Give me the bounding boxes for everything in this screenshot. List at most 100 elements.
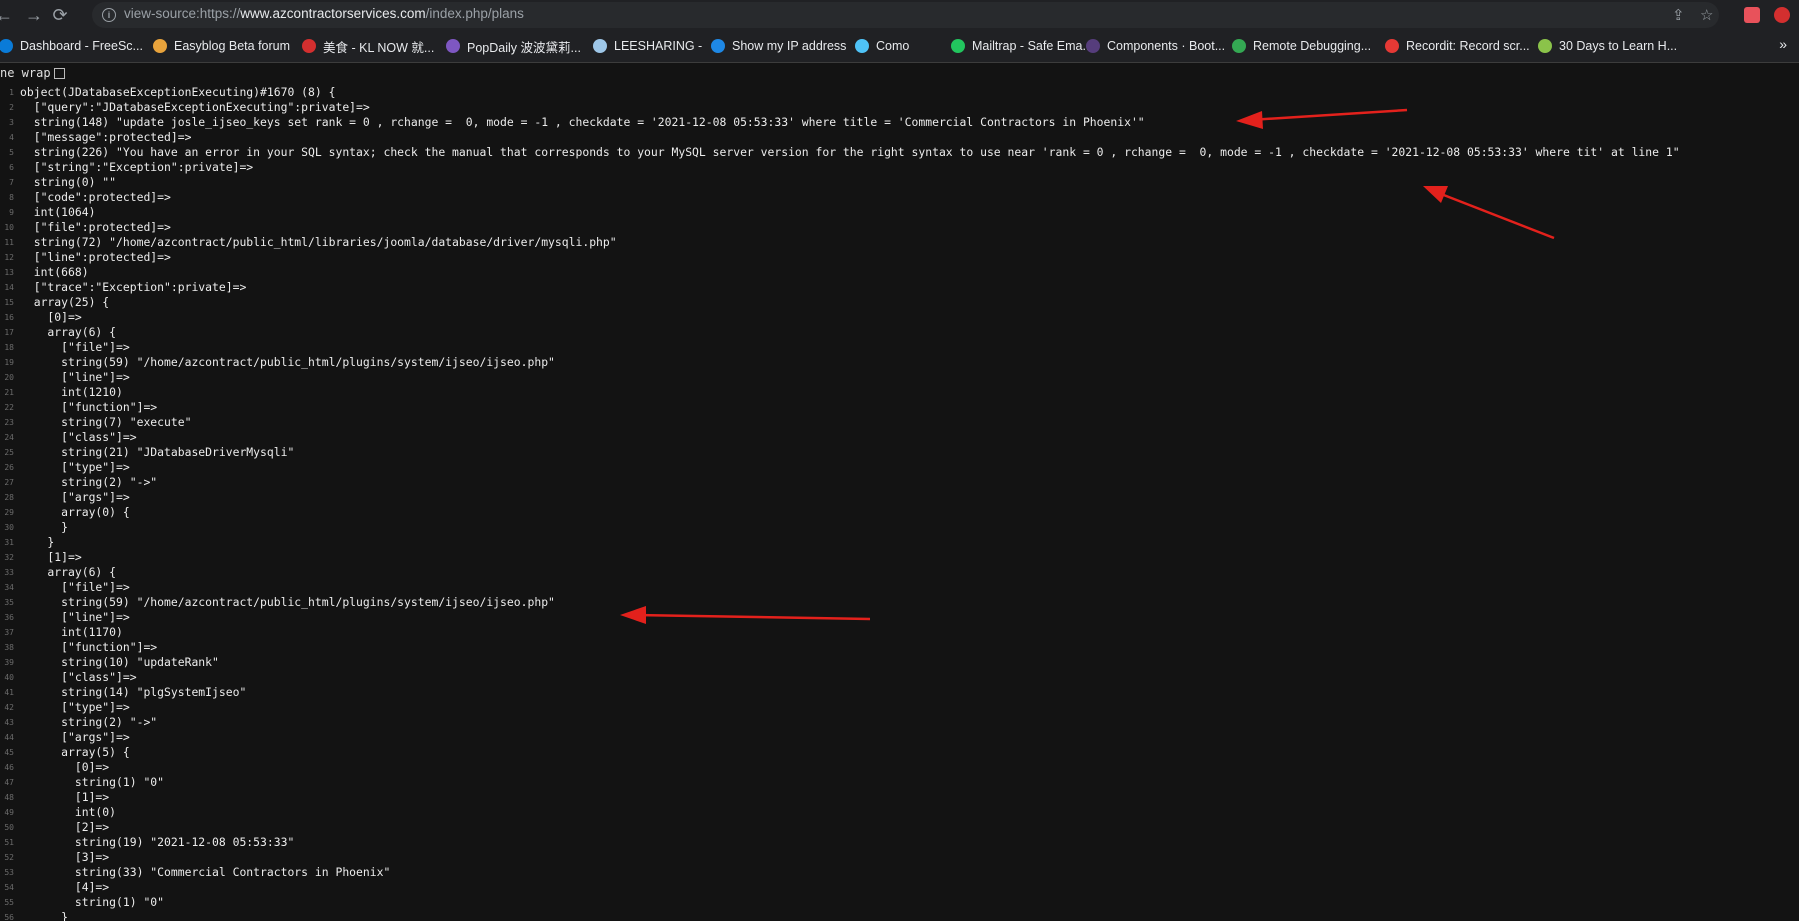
source-line: 38 ["function"]=> [0,640,1799,655]
bookmark-item[interactable]: Recordit: Record scr... [1385,37,1530,55]
line-number[interactable]: 1 [0,85,14,100]
line-number[interactable]: 9 [0,205,14,220]
line-number[interactable]: 12 [0,250,14,265]
bookmark-star-icon[interactable]: ☆ [1700,6,1713,24]
source-line-text: ["class"]=> [20,670,137,684]
line-number[interactable]: 51 [0,835,14,850]
line-number[interactable]: 33 [0,565,14,580]
bookmark-item[interactable]: Show my IP address [711,37,846,55]
line-number[interactable]: 6 [0,160,14,175]
bookmark-item[interactable]: Dashboard - FreeSc... [0,37,143,55]
line-number[interactable]: 3 [0,115,14,130]
bookmark-item[interactable]: 30 Days to Learn H... [1538,37,1677,55]
line-number[interactable]: 35 [0,595,14,610]
source-line-text: ["file":protected]=> [20,220,171,234]
line-number[interactable]: 16 [0,310,14,325]
line-number[interactable]: 31 [0,535,14,550]
line-number[interactable]: 44 [0,730,14,745]
adblock-icon[interactable] [1774,7,1790,23]
line-number[interactable]: 53 [0,865,14,880]
source-line-text: } [20,910,69,921]
line-number[interactable]: 34 [0,580,14,595]
line-number[interactable]: 27 [0,475,14,490]
line-number[interactable]: 47 [0,775,14,790]
line-number[interactable]: 18 [0,340,14,355]
line-number[interactable]: 4 [0,130,14,145]
source-line: 56 } [0,910,1799,921]
line-number[interactable]: 52 [0,850,14,865]
bookmark-item[interactable]: Como [855,37,909,55]
source-line: 25 string(21) "JDatabaseDriverMysqli" [0,445,1799,460]
bookmark-item[interactable]: 美食 - KL NOW 就... [302,37,434,55]
forward-arrow-icon[interactable]: → [22,3,46,27]
line-number[interactable]: 38 [0,640,14,655]
source-line-text: ["line"]=> [20,610,130,624]
line-number[interactable]: 17 [0,325,14,340]
back-arrow-icon[interactable]: ← [0,3,16,27]
line-number[interactable]: 7 [0,175,14,190]
url-text[interactable]: view-source:https://www.azcontractorserv… [124,6,524,21]
line-number[interactable]: 5 [0,145,14,160]
line-number[interactable]: 50 [0,820,14,835]
line-number[interactable]: 49 [0,805,14,820]
source-line: 7 string(0) "" [0,175,1799,190]
line-number[interactable]: 42 [0,700,14,715]
line-number[interactable]: 14 [0,280,14,295]
bookmark-item[interactable]: Easyblog Beta forum [153,37,290,55]
line-number[interactable]: 10 [0,220,14,235]
line-number[interactable]: 29 [0,505,14,520]
bookmark-label: Como [876,39,910,53]
bookmark-item[interactable]: Mailtrap - Safe Ema... [951,37,1093,55]
source-line-text: ["trace":"Exception":private]=> [20,280,247,294]
source-line: 4 ["message":protected]=> [0,130,1799,145]
line-number[interactable]: 46 [0,760,14,775]
line-number[interactable]: 11 [0,235,14,250]
line-number[interactable]: 2 [0,100,14,115]
bookmark-item[interactable]: Components · Boot... [1086,37,1225,55]
line-number[interactable]: 45 [0,745,14,760]
info-icon[interactable]: i [102,8,116,22]
address-bar[interactable]: i view-source:https://www.azcontractorse… [92,2,1719,28]
bookmarks-more-button[interactable]: » [1779,36,1787,52]
source-line: 31 } [0,535,1799,550]
line-number[interactable]: 48 [0,790,14,805]
source-line: 43 string(2) "->" [0,715,1799,730]
line-number[interactable]: 32 [0,550,14,565]
share-icon[interactable]: ⇪ [1672,6,1685,24]
line-number[interactable]: 26 [0,460,14,475]
line-number[interactable]: 13 [0,265,14,280]
line-number[interactable]: 25 [0,445,14,460]
line-number[interactable]: 40 [0,670,14,685]
line-number[interactable]: 43 [0,715,14,730]
source-line-text: object(JDatabaseExceptionExecuting)#1670… [20,85,336,99]
source-line-text: ["file"]=> [20,580,130,594]
source-code-area: 1 object(JDatabaseExceptionExecuting)#167… [0,85,1799,921]
bookmark-favicon-icon [711,39,725,53]
line-number[interactable]: 28 [0,490,14,505]
line-number[interactable]: 36 [0,610,14,625]
bookmark-item[interactable]: LEESHARING - [593,37,702,55]
bookmark-item[interactable]: Remote Debugging... [1232,37,1371,55]
reload-icon[interactable]: ⟳ [48,3,72,27]
extension-icon[interactable] [1744,7,1760,23]
line-number[interactable]: 8 [0,190,14,205]
source-line-text: } [20,535,55,549]
line-number[interactable]: 54 [0,880,14,895]
line-number[interactable]: 56 [0,910,14,921]
line-number[interactable]: 55 [0,895,14,910]
line-number[interactable]: 15 [0,295,14,310]
line-number[interactable]: 19 [0,355,14,370]
line-number[interactable]: 24 [0,430,14,445]
line-number[interactable]: 37 [0,625,14,640]
line-wrap-checkbox[interactable] [53,68,65,79]
line-number[interactable]: 23 [0,415,14,430]
line-number[interactable]: 21 [0,385,14,400]
line-number[interactable]: 20 [0,370,14,385]
line-number[interactable]: 41 [0,685,14,700]
source-line: 37 int(1170) [0,625,1799,640]
line-number[interactable]: 39 [0,655,14,670]
line-number[interactable]: 30 [0,520,14,535]
line-number[interactable]: 22 [0,400,14,415]
bookmark-item[interactable]: PopDaily 波波黛莉... [446,37,581,55]
bookmark-label: Components · Boot... [1107,39,1226,53]
